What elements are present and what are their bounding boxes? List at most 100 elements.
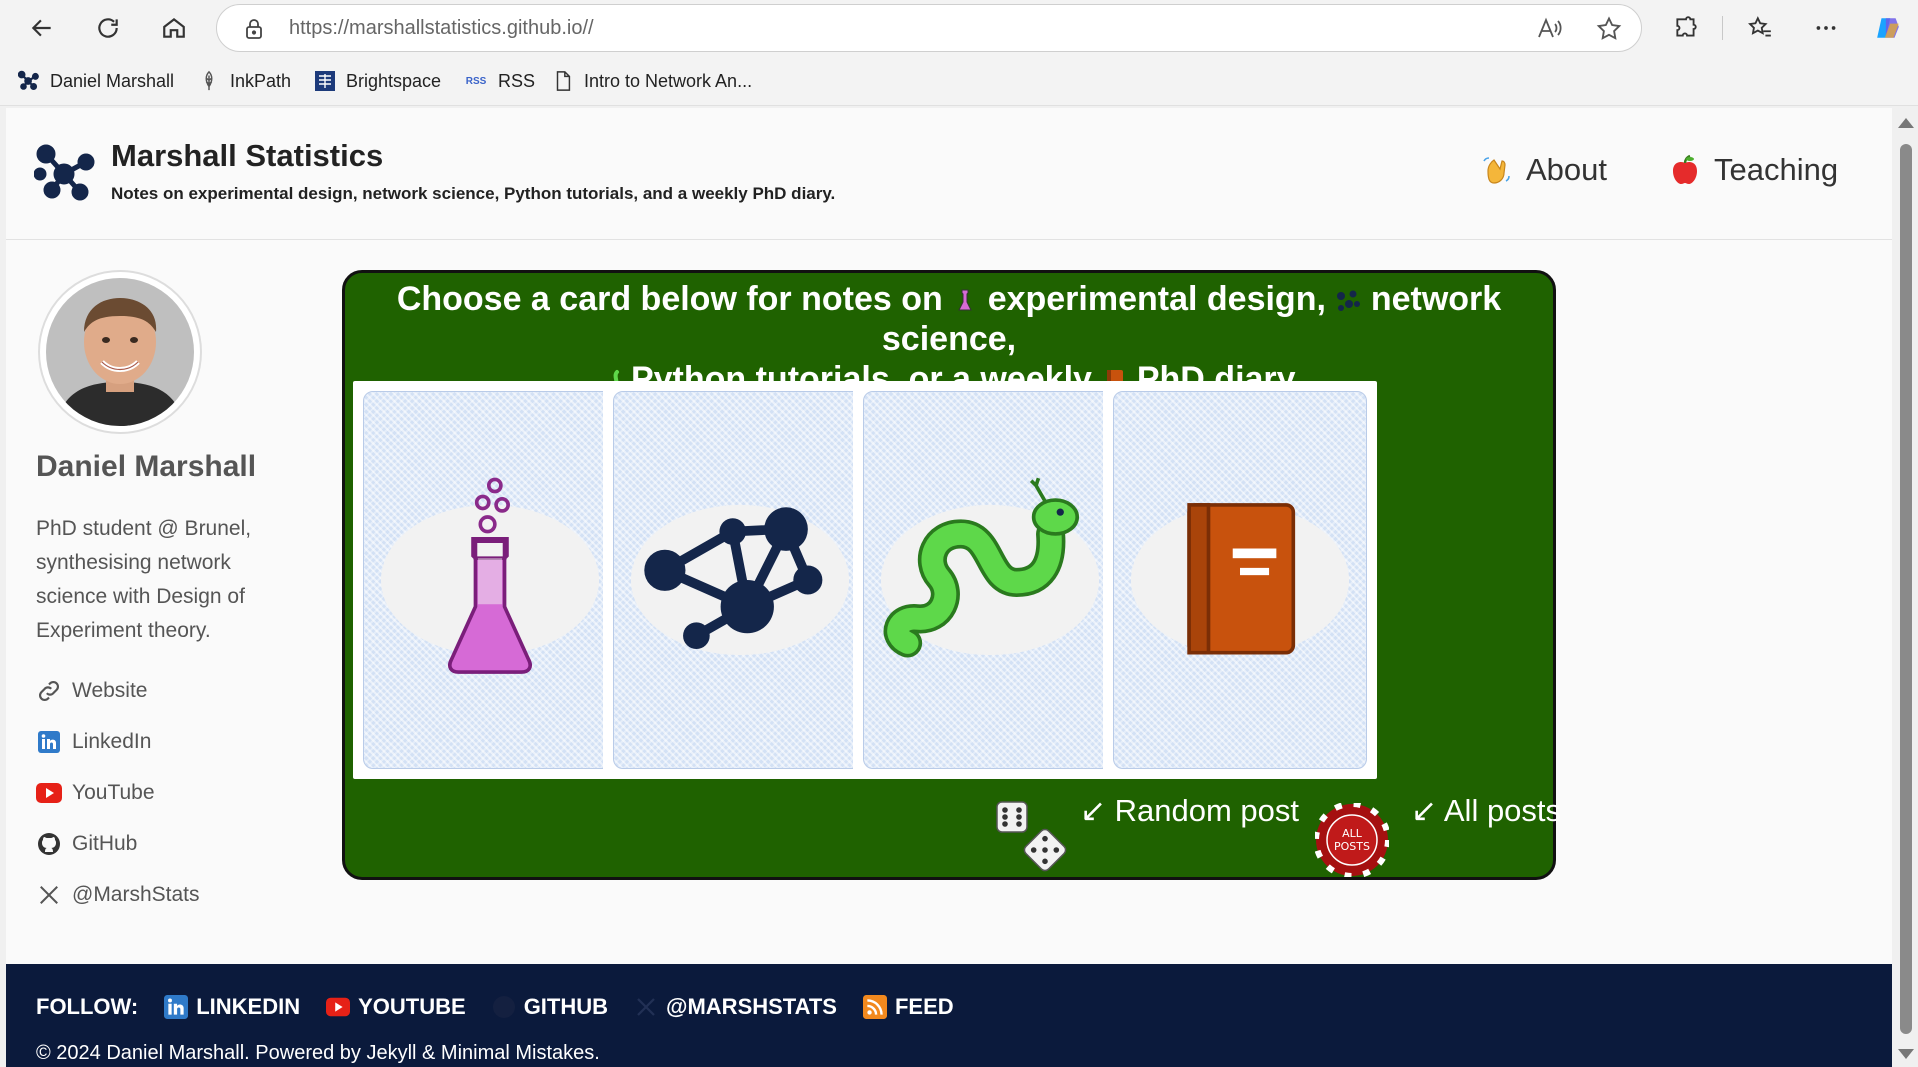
extensions-button[interactable] xyxy=(1664,6,1708,50)
more-dots-icon xyxy=(1816,26,1836,30)
home-icon xyxy=(163,17,185,38)
linkedin-icon xyxy=(164,995,189,1019)
youtube-icon xyxy=(326,997,351,1017)
x-icon xyxy=(637,998,655,1016)
author-photo xyxy=(46,278,194,426)
bookmark-daniel-marshall[interactable]: Daniel Marshall xyxy=(18,68,174,94)
footer-link-feed[interactable]: FEED xyxy=(862,994,954,1020)
home-button[interactable] xyxy=(152,6,196,50)
more-menu-button[interactable] xyxy=(1804,6,1848,50)
site-logo-icon[interactable] xyxy=(34,144,98,206)
link-label: GitHub xyxy=(72,832,138,855)
bookmark-label: Intro to Network An... xyxy=(584,70,753,91)
scroll-down-arrow[interactable] xyxy=(1898,1049,1914,1059)
follow-label: FOLLOW: xyxy=(36,994,139,1019)
random-post-link[interactable]: ↙ Random post xyxy=(1080,793,1299,829)
copilot-icon xyxy=(1877,18,1899,38)
card-network-science[interactable] xyxy=(603,381,877,779)
favorite-star-icon[interactable] xyxy=(1595,15,1623,43)
apple-icon xyxy=(1673,154,1697,184)
avatar xyxy=(38,270,202,434)
card-phd-diary[interactable] xyxy=(1103,381,1377,779)
link-x[interactable]: @MarshStats xyxy=(36,882,200,908)
page-scrollbar[interactable] xyxy=(1892,108,1918,1067)
author-bio: PhD student @ Brunel, synthesising netwo… xyxy=(36,517,252,642)
back-button[interactable] xyxy=(20,6,64,50)
link-github[interactable]: GitHub xyxy=(36,831,137,857)
bookmark-label: InkPath xyxy=(230,70,292,91)
copyright: © 2024 Daniel Marshall. Powered by Jekyl… xyxy=(36,1042,600,1064)
brunel-crest-icon xyxy=(315,71,335,91)
refresh-button[interactable] xyxy=(86,6,130,50)
bookmark-brightspace[interactable]: Brightspace xyxy=(314,68,441,94)
linkedin-icon xyxy=(38,731,60,753)
card-python-tutorials[interactable] xyxy=(853,381,1127,779)
bookmark-intro-network[interactable]: Intro to Network An... xyxy=(552,68,752,94)
scroll-up-arrow[interactable] xyxy=(1898,118,1914,128)
all-posts-chip-icon[interactable]: ALL POSTS xyxy=(1315,803,1389,877)
nav-about[interactable]: About xyxy=(1480,152,1607,188)
footer-link-github[interactable]: GITHUB xyxy=(492,994,608,1020)
x-icon xyxy=(40,886,58,904)
heading-part: experimental design, xyxy=(987,280,1326,318)
card-experimental-design[interactable] xyxy=(353,381,627,779)
heading-part: Choose a card below for notes on xyxy=(396,280,943,318)
browser-toolbar: https://marshallstatistics.github.io// xyxy=(0,0,1918,56)
bookmark-rss[interactable]: RSS RSS xyxy=(464,68,535,94)
bookmark-label: RSS xyxy=(498,70,536,91)
rss-text-icon: RSS xyxy=(465,75,487,87)
masthead: Marshall Statistics Notes on experimenta… xyxy=(6,108,1892,240)
dice-icon[interactable] xyxy=(995,800,1071,876)
nav-teaching-label: Teaching xyxy=(1714,152,1839,187)
link-icon xyxy=(39,681,59,701)
footer-link-label: FEED xyxy=(894,994,954,1019)
bookmark-label: Daniel Marshall xyxy=(50,70,175,91)
back-arrow-icon xyxy=(31,19,51,37)
author-name: Daniel Marshall xyxy=(36,450,257,483)
bookmark-label: Brightspace xyxy=(346,70,442,91)
footer-link-x[interactable]: @MARSHSTATS xyxy=(634,994,837,1020)
site-title[interactable]: Marshall Statistics xyxy=(111,138,383,174)
book-icon xyxy=(1130,503,1350,656)
footer-link-linkedin[interactable]: LINKEDIN xyxy=(164,994,300,1020)
network-logo-icon xyxy=(18,70,39,90)
nav-teaching[interactable]: Teaching xyxy=(1668,152,1838,188)
footer-link-label: YOUTUBE xyxy=(358,994,466,1019)
card-face xyxy=(1113,391,1367,769)
footer-link-youtube[interactable]: YOUTUBE xyxy=(326,994,466,1020)
page-viewport: Marshall Statistics Notes on experimenta… xyxy=(6,108,1892,1067)
address-bar[interactable]: https://marshallstatistics.github.io// xyxy=(216,4,1642,52)
document-icon xyxy=(556,71,571,91)
footer-follow: FOLLOW: LINKEDIN YOUTUBE GITHUB @MARSHST… xyxy=(36,994,954,1020)
footer-link-label: LINKEDIN xyxy=(196,994,301,1019)
toolbar-divider xyxy=(1722,16,1723,40)
site-subtitle: Notes on experimental design, network sc… xyxy=(111,184,836,203)
link-linkedin[interactable]: LinkedIn xyxy=(36,729,151,755)
rss-icon xyxy=(862,995,887,1019)
bookmarks-bar: Daniel Marshall InkPath Brightspace RSS … xyxy=(0,56,1918,106)
copilot-button[interactable] xyxy=(1866,6,1910,50)
all-posts-link[interactable]: ↙ All posts xyxy=(1411,793,1561,829)
network-icon xyxy=(630,504,850,656)
link-label: LinkedIn xyxy=(72,730,152,753)
youtube-icon xyxy=(36,783,62,803)
url-path: // xyxy=(582,17,594,39)
url-text[interactable]: https://marshallstatistics.github.io// xyxy=(289,17,594,40)
footer-link-label: GITHUB xyxy=(523,994,609,1019)
refresh-icon xyxy=(98,18,118,38)
read-aloud-icon[interactable] xyxy=(1535,15,1563,43)
waving-hand-icon xyxy=(1483,157,1510,184)
card-face xyxy=(613,391,867,769)
bookmark-inkpath[interactable]: InkPath xyxy=(198,68,291,94)
github-icon xyxy=(38,833,60,855)
lock-icon[interactable] xyxy=(243,17,265,41)
url-domain: https://marshallstatistics.github.io xyxy=(289,17,583,39)
puzzle-icon xyxy=(1676,16,1697,37)
card-face xyxy=(363,391,617,769)
link-website[interactable]: Website xyxy=(36,678,147,704)
scroll-thumb[interactable] xyxy=(1900,144,1912,1034)
link-youtube[interactable]: YouTube xyxy=(36,780,155,806)
link-label: Website xyxy=(72,679,148,702)
cards-panel: Choose a card below for notes on experim… xyxy=(342,270,1561,880)
favorites-button[interactable] xyxy=(1738,6,1782,50)
